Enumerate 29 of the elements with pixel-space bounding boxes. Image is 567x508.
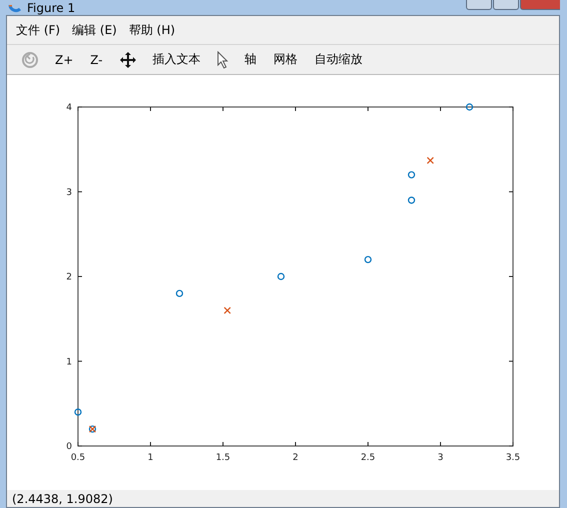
cursor-coordinates: (2.4438, 1.9082): [12, 492, 113, 506]
x-tick-label: 1.5: [216, 453, 230, 463]
minimize-button[interactable]: [466, 0, 492, 10]
menu-item[interactable]: 帮助 (H): [124, 20, 180, 40]
y-tick-label: 2: [66, 272, 72, 282]
toolbar-button[interactable]: 插入文本: [146, 49, 208, 70]
y-tick-label: 0: [66, 442, 72, 452]
toolbar-button[interactable]: 网格: [266, 49, 305, 70]
x-tick-label: 3.5: [506, 453, 520, 463]
x-tick-label: 1: [148, 453, 154, 463]
app-icon: [8, 5, 22, 15]
window-title: Figure 1: [27, 1, 76, 15]
rotate-icon: [21, 50, 39, 68]
x-tick-label: 2: [292, 453, 298, 463]
y-tick-label: 1: [66, 357, 72, 368]
maximize-button[interactable]: [493, 0, 519, 10]
y-tick-label: 4: [66, 103, 72, 113]
pointer-icon: [216, 50, 229, 68]
toolbar-button[interactable]: Z-: [83, 50, 110, 68]
pan-icon: [118, 50, 137, 68]
x-tick-label: 3: [438, 453, 444, 463]
toolbar-button[interactable]: 轴: [238, 49, 264, 70]
y-tick-label: 3: [66, 188, 72, 198]
menu-item[interactable]: 文件 (F): [11, 20, 66, 40]
menu-item[interactable]: 编辑 (E): [67, 20, 122, 40]
x-tick-label: 2.5: [360, 453, 376, 463]
toolbar-button[interactable]: 自动缩放: [308, 49, 370, 70]
x-tick-label: 0.5: [70, 453, 86, 463]
toolbar-button[interactable]: Z+: [48, 50, 80, 68]
